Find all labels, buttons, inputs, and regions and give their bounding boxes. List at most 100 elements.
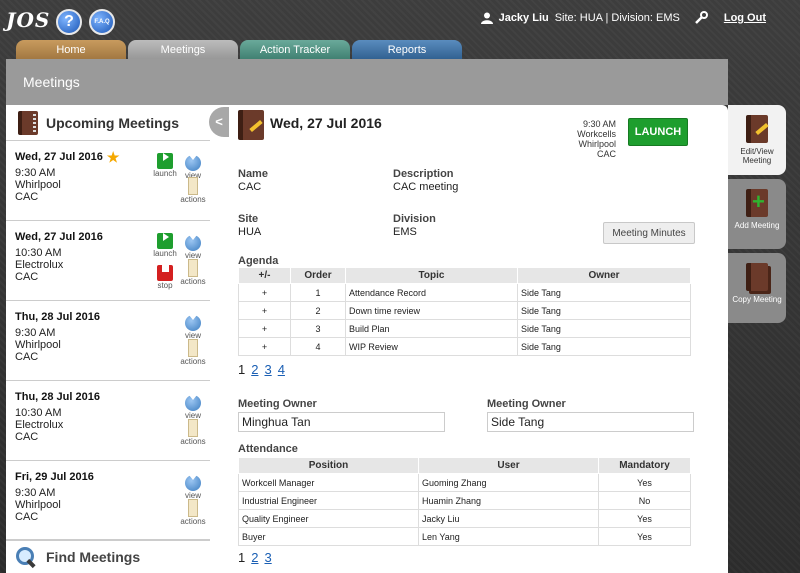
agenda-col-owner: Owner [517,267,691,284]
view-control[interactable]: view [178,389,208,420]
view-control[interactable]: view [178,149,208,180]
side-item-copy-meeting[interactable]: Copy Meeting [728,253,786,323]
launch-control[interactable]: launch [150,229,180,258]
attendance-user: Len Yang [418,527,599,546]
actions-label: actions [180,277,206,286]
find-meetings-label: Find Meetings [46,548,141,565]
add-book-icon [746,189,768,217]
launch-button[interactable]: LAUNCH [628,118,688,146]
page-current: 1 [238,362,246,377]
notepad-icon[interactable] [188,177,198,195]
stop-icon[interactable] [157,265,173,281]
meeting-list-item[interactable]: Fri, 29 Jul 2016 9:30 AM Whirlpool CAC v… [6,461,210,541]
chevron-down-icon[interactable] [185,475,201,491]
division-value: EMS [393,226,417,238]
meeting-date-title: Wed, 27 Jul 2016 [270,115,382,131]
owner2-label: Meeting Owner [487,398,566,410]
side-nav: Edit/View Meeting Add Meeting Copy Meeti… [728,105,786,327]
stop-control[interactable]: stop [150,261,180,290]
expand-toggle[interactable]: + [238,283,291,302]
meeting-list-item[interactable]: Wed, 27 Jul 2016 ★ 9:30 AM Whirlpool CAC… [6,141,210,221]
actions-label: actions [180,357,206,366]
person-icon [480,12,493,24]
upcoming-meetings-panel: Upcoming Meetings Wed, 27 Jul 2016 ★ 9:3… [6,105,210,573]
attendance-user: Jacky Liu [418,509,599,528]
meeting-list-item[interactable]: Thu, 28 Jul 2016 9:30 AM Whirlpool CAC v… [6,301,210,381]
meeting-owner-field[interactable] [238,412,445,432]
actions-control[interactable]: actions [178,419,208,446]
attendance-position: Buyer [238,527,419,546]
view-control[interactable]: view [178,229,208,260]
meeting-date: Thu, 28 Jul 2016 [15,391,100,403]
agenda-col-order: Order [290,267,346,284]
wrench-icon[interactable] [694,11,708,25]
page-link[interactable]: 3 [264,550,271,565]
attendance-user: Guoming Zhang [418,473,599,492]
chevron-down-icon[interactable] [185,235,201,251]
agenda-order: 2 [290,301,346,320]
table-row: Industrial Engineer Huamin Zhang No [238,491,691,510]
notepad-icon[interactable] [188,419,198,437]
actions-control[interactable]: actions [178,339,208,366]
notepad-icon[interactable] [188,499,198,517]
view-control[interactable]: view [178,469,208,500]
page-title: Meetings [23,74,80,90]
star-icon: ★ [106,148,120,165]
attendance-position: Quality Engineer [238,509,419,528]
chevron-down-icon[interactable] [185,395,201,411]
side-item-add-meeting[interactable]: Add Meeting [728,179,786,249]
actions-label: actions [180,195,206,204]
tab-reports[interactable]: Reports [352,40,462,60]
expand-toggle[interactable]: + [238,319,291,338]
actions-control[interactable]: actions [178,177,208,204]
page-link[interactable]: 3 [264,362,271,377]
attendance-mandatory: Yes [598,527,691,546]
table-row: + 2 Down time review Side Tang [238,301,691,320]
page-header: Meetings [6,59,728,105]
tab-meetings[interactable]: Meetings [128,40,238,60]
tab-action-tracker[interactable]: Action Tracker [240,40,350,60]
faq-icon[interactable]: F.A.Q [89,9,115,35]
expand-toggle[interactable]: + [238,301,291,320]
agenda-col-toggle: +/- [238,267,291,284]
launch-control[interactable]: launch [150,149,180,178]
name-label: Name [238,168,268,180]
notepad-icon[interactable] [188,339,198,357]
attendance-col-position: Position [238,457,419,474]
meeting-minutes-button[interactable]: Meeting Minutes [603,222,695,244]
play-icon[interactable] [157,153,173,169]
agenda-owner: Side Tang [517,319,691,338]
attendance-mandatory: No [598,491,691,510]
expand-toggle[interactable]: + [238,337,291,356]
find-meetings-link[interactable]: Find Meetings [6,539,210,573]
upcoming-header: Upcoming Meetings [6,105,210,141]
play-icon[interactable] [157,233,173,249]
meeting-info: 9:30 AM Workcells Whirlpool CAC [577,119,616,159]
table-row: Buyer Len Yang Yes [238,527,691,546]
notepad-icon[interactable] [188,259,198,277]
launch-label: launch [153,249,177,258]
actions-control[interactable]: actions [178,259,208,286]
logout-link[interactable]: Log Out [724,12,766,24]
side-item-edit-view-meeting[interactable]: Edit/View Meeting [728,105,786,175]
view-control[interactable]: view [178,309,208,340]
page-link[interactable]: 2 [251,550,258,565]
side-item-label: Edit/View Meeting [740,147,774,165]
site-division: Site: HUA | Division: EMS [554,12,680,24]
meeting-list-item[interactable]: Wed, 27 Jul 2016 10:30 AM Electrolux CAC… [6,221,210,301]
site-label: Site [238,213,259,225]
actions-label: actions [180,517,206,526]
tab-home[interactable]: Home [16,40,126,60]
meeting-owner-field[interactable] [487,412,694,432]
agenda-owner: Side Tang [517,337,691,356]
attendance-user: Huamin Zhang [418,491,599,510]
chevron-down-icon[interactable] [185,155,201,171]
actions-control[interactable]: actions [178,499,208,526]
side-item-label: Add Meeting [734,221,780,230]
attendance-pager: 1 2 3 [238,550,272,565]
meeting-list-item[interactable]: Thu, 28 Jul 2016 10:30 AM Electrolux CAC… [6,381,210,461]
chevron-down-icon[interactable] [185,315,201,331]
page-link[interactable]: 2 [251,362,258,377]
help-icon[interactable]: ? [56,9,82,35]
page-link[interactable]: 4 [278,362,285,377]
